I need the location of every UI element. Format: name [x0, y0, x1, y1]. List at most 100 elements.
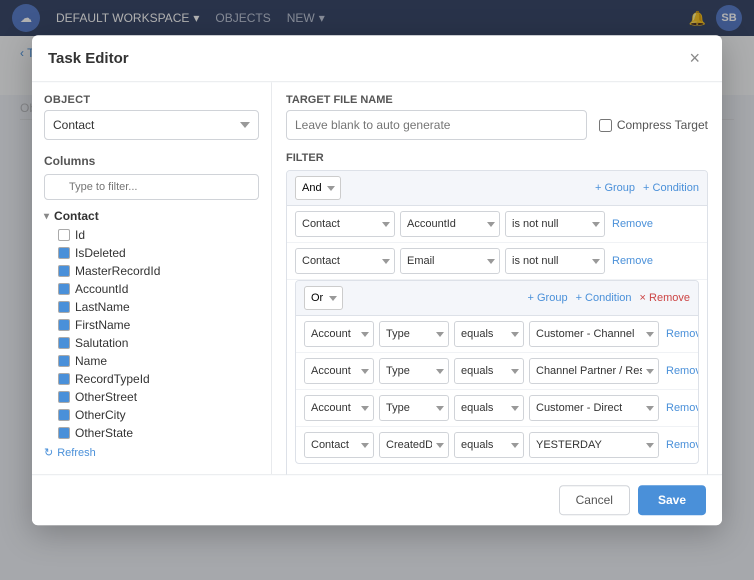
save-button[interactable]: Save — [638, 485, 706, 515]
or-logic-select[interactable]: Or — [304, 286, 343, 310]
checkbox-otherstate[interactable] — [58, 427, 70, 439]
or-condition-button[interactable]: + Condition — [576, 292, 632, 304]
filter-or4-obj[interactable]: Contact — [304, 432, 374, 458]
field-label-otherstreet: OtherStreet — [75, 390, 137, 404]
or-subgroup: Or + Group + Condition × Remove — [287, 280, 707, 474]
checkbox-name[interactable] — [58, 355, 70, 367]
filter-or4-op[interactable]: equals — [454, 432, 524, 458]
target-file-section: Target File Name Compress Target — [286, 94, 708, 140]
filter-or1-obj[interactable]: Account — [304, 321, 374, 347]
checkbox-otherstreet[interactable] — [58, 391, 70, 403]
checkbox-othercity[interactable] — [58, 409, 70, 421]
filter-or1-op[interactable]: equals — [454, 321, 524, 347]
and-filter-group: And + Group + Condition Contact — [286, 170, 708, 474]
list-item: LastName — [58, 298, 259, 316]
filter-row-and-1: Contact AccountId is not null Remove — [287, 206, 707, 243]
checkbox-accountid[interactable] — [58, 283, 70, 295]
filter-and1-obj[interactable]: Contact — [295, 211, 395, 237]
checkbox-salutation[interactable] — [58, 337, 70, 349]
and-filter-header: And + Group + Condition — [287, 171, 707, 206]
filter-or1-remove[interactable]: Remove — [666, 328, 699, 340]
filter-and1-field[interactable]: AccountId — [400, 211, 500, 237]
filter-row-or-3: Account Type equals Custom — [296, 390, 698, 427]
compress-label: Compress Target — [599, 118, 708, 132]
filter-or4-val[interactable]: YESTERDAY — [529, 432, 659, 458]
list-item: Salutation — [58, 334, 259, 352]
modal-body: Object Contact Columns ▾ Contact — [32, 82, 722, 474]
checkbox-recordtypeid[interactable] — [58, 373, 70, 385]
checkbox-masterrecordid[interactable] — [58, 265, 70, 277]
filter-and2-op[interactable]: is not null — [505, 248, 605, 274]
filter-and1-op[interactable]: is not null — [505, 211, 605, 237]
list-item: Name — [58, 352, 259, 370]
task-editor-modal: Task Editor × Object Contact Columns — [32, 35, 722, 525]
or-filter-actions: + Group + Condition × Remove — [528, 292, 690, 304]
and-logic-select[interactable]: And — [295, 176, 341, 200]
list-item: IsDeleted — [58, 244, 259, 262]
tree-children: Id IsDeleted MasterRecordId — [44, 226, 259, 442]
column-search-input[interactable] — [44, 174, 259, 200]
object-label: Object — [44, 94, 259, 106]
filter-and2-field[interactable]: Email — [400, 248, 500, 274]
target-filename-input[interactable] — [286, 110, 587, 140]
filter-or4-remove[interactable]: Remove — [666, 439, 699, 451]
filter-or3-remove[interactable]: Remove — [666, 402, 699, 414]
filter-or2-remove[interactable]: Remove — [666, 365, 699, 377]
compress-checkbox[interactable] — [599, 119, 612, 132]
cancel-button[interactable]: Cancel — [559, 485, 630, 515]
filter-and2-obj[interactable]: Contact — [295, 248, 395, 274]
filter-row-or-4: Contact CreatedDate equals — [296, 427, 698, 463]
close-button[interactable]: × — [683, 47, 706, 69]
list-item: AccountId — [58, 280, 259, 298]
object-select[interactable]: Contact — [44, 110, 259, 140]
or-filter-group: Or + Group + Condition × Remove — [295, 280, 699, 464]
list-item: FirstName — [58, 316, 259, 334]
filter-or3-obj[interactable]: Account — [304, 395, 374, 421]
or-remove-button[interactable]: × Remove — [640, 292, 690, 304]
checkbox-lastname[interactable] — [58, 301, 70, 313]
background-page: ☁ DEFAULT WORKSPACE ▾ OBJECTS NEW ▾ 🔔 SB… — [0, 0, 754, 580]
field-label-masterrecordid: MasterRecordId — [75, 264, 160, 278]
filter-or3-val[interactable]: Customer - Direct — [529, 395, 659, 421]
or-group-button[interactable]: + Group — [528, 292, 568, 304]
checkbox-id[interactable] — [58, 229, 70, 241]
checkbox-firstname[interactable] — [58, 319, 70, 331]
field-label-recordtypeid: RecordTypeId — [75, 372, 150, 386]
filter-or1-field[interactable]: Type — [379, 321, 449, 347]
list-item: MasterRecordId — [58, 262, 259, 280]
filter-or2-op[interactable]: equals — [454, 358, 524, 384]
filter-and2-remove[interactable]: Remove — [612, 255, 653, 267]
filter-or2-obj[interactable]: Account — [304, 358, 374, 384]
filter-or2-field[interactable]: Type — [379, 358, 449, 384]
modal-footer: Cancel Save — [32, 474, 722, 525]
checkbox-isdeleted[interactable] — [58, 247, 70, 259]
field-label-salutation: Salutation — [75, 336, 128, 350]
filter-or1-val[interactable]: Customer - Channel — [529, 321, 659, 347]
columns-section: Columns ▾ Contact Id — [44, 154, 259, 463]
field-label-isdeleted: IsDeleted — [75, 246, 126, 260]
list-item: OtherCity — [58, 406, 259, 424]
collapse-icon: ▾ — [44, 211, 49, 222]
list-item: RecordTypeId — [58, 370, 259, 388]
right-panel: Target File Name Compress Target Filter — [272, 82, 722, 474]
filter-or2-val[interactable]: Channel Partner / Reseller — [529, 358, 659, 384]
target-file-label: Target File Name — [286, 94, 708, 106]
modal-header: Task Editor × — [32, 35, 722, 82]
or-filter-header: Or + Group + Condition × Remove — [296, 281, 698, 316]
and-group-button[interactable]: + Group — [595, 182, 635, 194]
filter-or3-op[interactable]: equals — [454, 395, 524, 421]
modal-title: Task Editor — [48, 50, 129, 67]
field-label-lastname: LastName — [75, 300, 130, 314]
tree-parent-contact[interactable]: ▾ Contact — [44, 206, 259, 226]
filter-or3-field[interactable]: Type — [379, 395, 449, 421]
field-label-accountid: AccountId — [75, 282, 128, 296]
filter-or4-field[interactable]: CreatedDate — [379, 432, 449, 458]
column-tree: ▾ Contact Id IsDeleted — [44, 206, 259, 442]
filter-section: Filter And + Group + Condition — [286, 152, 708, 474]
field-label-name: Name — [75, 354, 107, 368]
filter-title: Filter — [286, 152, 708, 164]
refresh-button[interactable]: ↻ Refresh — [44, 442, 259, 463]
tree-parent-label: Contact — [54, 209, 99, 223]
filter-and1-remove[interactable]: Remove — [612, 218, 653, 230]
and-condition-button[interactable]: + Condition — [643, 182, 699, 194]
